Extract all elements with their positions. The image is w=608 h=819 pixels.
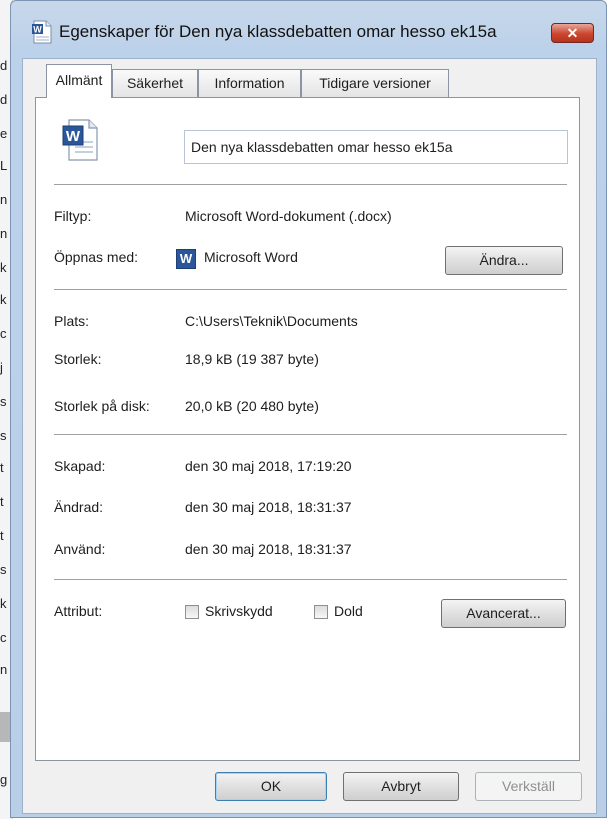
background-text: n (0, 192, 8, 207)
modified-value: den 30 maj 2018, 18:31:37 (185, 499, 352, 515)
separator (54, 579, 567, 580)
word-app-icon: W (176, 249, 196, 269)
background-text: L (0, 158, 8, 173)
general-tab-panel: W Filtyp: Microsoft Word-dokument (.docx… (35, 97, 580, 761)
tab-information[interactable]: Information (198, 69, 301, 97)
background-text: k (0, 260, 7, 275)
background-text: g (0, 772, 8, 787)
separator (54, 184, 567, 185)
change-button[interactable]: Ändra... (445, 246, 563, 275)
background-text: t (0, 528, 4, 543)
apply-button: Verkställ (475, 772, 582, 801)
word-document-icon: W (32, 20, 52, 44)
cancel-button[interactable]: Avbryt (343, 772, 459, 801)
size-on-disk-label: Storlek på disk: (54, 398, 150, 414)
accessed-value: den 30 maj 2018, 18:31:37 (185, 541, 352, 557)
tab-general[interactable]: Allmänt (46, 64, 112, 98)
background-text: s (0, 428, 7, 443)
file-type-value: Microsoft Word-dokument (.docx) (185, 208, 392, 224)
separator (54, 289, 567, 290)
background-text: k (0, 292, 7, 307)
background-text: k (0, 596, 7, 611)
location-label: Plats: (54, 313, 90, 329)
opens-with-label: Öppnas med: (54, 249, 139, 265)
background-text: e (0, 126, 8, 141)
file-type-label: Filtyp: (54, 208, 92, 224)
created-label: Skapad: (54, 458, 106, 474)
ok-button[interactable]: OK (215, 772, 327, 801)
svg-text:W: W (33, 25, 42, 35)
background-text: d (0, 92, 8, 107)
background-text: s (0, 394, 7, 409)
background-text: s (0, 562, 7, 577)
advanced-button[interactable]: Avancerat... (441, 599, 566, 628)
size-value: 18,9 kB (19 387 byte) (185, 351, 319, 367)
created-value: den 30 maj 2018, 17:19:20 (185, 458, 352, 474)
attributes-label: Attribut: (54, 603, 103, 619)
background-text: n (0, 662, 8, 677)
hidden-label[interactable]: Dold (334, 603, 363, 619)
tab-previous-versions[interactable]: Tidigare versioner (301, 69, 449, 97)
opens-with-value: Microsoft Word (204, 249, 298, 265)
background-text: c (0, 630, 7, 645)
background-text: j (0, 360, 3, 375)
title-bar[interactable]: W Egenskaper för Den nya klassdebatten o… (11, 1, 606, 61)
accessed-label: Använd: (54, 541, 106, 557)
background-text: d (0, 58, 8, 73)
separator (54, 434, 567, 435)
read-only-checkbox[interactable] (185, 605, 199, 619)
hidden-checkbox[interactable] (314, 605, 328, 619)
background-text: t (0, 460, 4, 475)
modified-label: Ändrad: (54, 499, 104, 515)
size-label: Storlek: (54, 351, 102, 367)
background-text: c (0, 326, 7, 341)
word-document-icon: W (62, 119, 98, 161)
close-icon: ✕ (566, 25, 579, 41)
location-value: C:\Users\Teknik\Documents (185, 313, 358, 329)
word-app-icon-letter: W (179, 251, 193, 266)
file-name-input[interactable] (184, 130, 568, 164)
svg-text:W: W (66, 128, 81, 145)
size-on-disk-value: 20,0 kB (20 480 byte) (185, 398, 319, 414)
background-text: n (0, 226, 8, 241)
dialog-title: Egenskaper för Den nya klassdebatten oma… (59, 22, 497, 41)
read-only-label[interactable]: Skrivskydd (205, 603, 273, 619)
background-text: t (0, 494, 4, 509)
close-button[interactable]: ✕ (551, 23, 594, 43)
tab-security[interactable]: Säkerhet (112, 69, 198, 97)
